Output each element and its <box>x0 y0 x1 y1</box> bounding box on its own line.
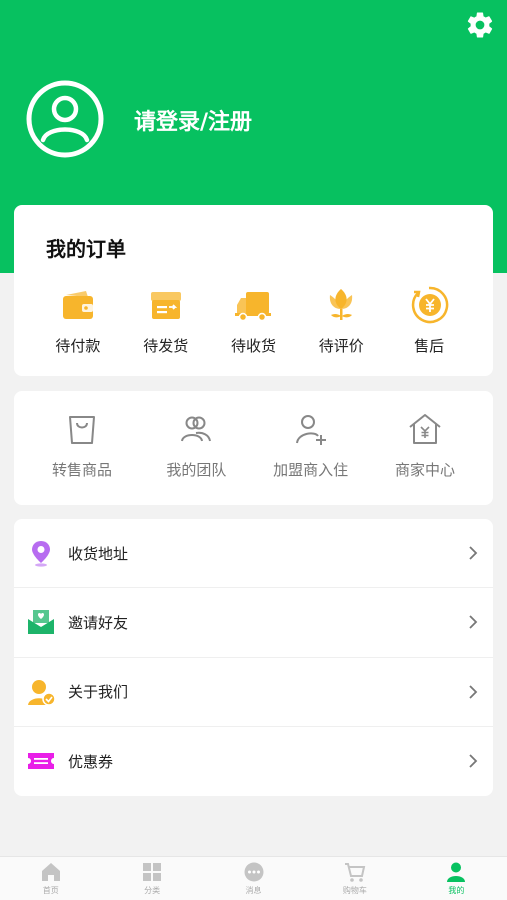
tab-category[interactable]: 分类 <box>101 857 202 900</box>
order-item-label: 待发货 <box>143 337 189 355</box>
user-avatar-icon[interactable] <box>26 80 104 158</box>
order-pending-receipt[interactable]: 待收货 <box>210 285 298 356</box>
tab-cart[interactable]: 购物车 <box>304 857 405 900</box>
tab-profile[interactable]: 我的 <box>406 857 507 900</box>
menu-item-invite-friends[interactable]: 邀请好友 <box>14 588 493 658</box>
order-item-label: 待评价 <box>318 337 364 355</box>
tab-messages[interactable]: 消息 <box>203 857 304 900</box>
gear-icon[interactable] <box>465 10 495 40</box>
services-row: 转售商品 我的团队 加盟商入住 商家中心 <box>30 411 477 480</box>
tab-home[interactable]: 首页 <box>0 857 101 900</box>
coupon-icon <box>28 753 54 770</box>
box-icon <box>150 292 181 319</box>
store-icon <box>409 414 441 444</box>
menu-item-label: 优惠券 <box>68 752 114 771</box>
home-icon <box>41 863 60 881</box>
menu-item-coupons[interactable]: 优惠券 <box>14 727 493 796</box>
order-pending-payment[interactable]: 待付款 <box>34 285 122 356</box>
service-item-label: 商家中心 <box>394 461 455 479</box>
orders-title: 我的订单 <box>46 237 126 261</box>
tab-label: 购物车 <box>342 886 367 895</box>
service-item-label: 加盟商入住 <box>273 461 349 479</box>
service-merchant-center[interactable]: 商家中心 <box>373 411 477 480</box>
menu-item-label: 收货地址 <box>68 544 129 563</box>
order-item-label: 待收货 <box>230 337 276 355</box>
order-item-label: 待付款 <box>55 337 101 355</box>
menu-item-about-us[interactable]: 关于我们 <box>14 658 493 727</box>
service-resale-goods[interactable]: 转售商品 <box>30 411 134 480</box>
wallet-icon <box>62 291 93 319</box>
about-user-icon <box>28 679 56 706</box>
chevron-right-icon <box>469 684 478 699</box>
team-icon <box>181 416 212 442</box>
menu-item-label: 关于我们 <box>68 683 129 702</box>
menu-item-shipping-address[interactable]: 收货地址 <box>14 519 493 589</box>
menu-list-card: 收货地址 邀请好友 关于我们 优惠券 <box>14 519 493 796</box>
menu-item-label: 邀请好友 <box>68 613 129 632</box>
order-pending-review[interactable]: 待评价 <box>297 285 385 356</box>
order-item-label: 售后 <box>414 337 445 355</box>
service-item-label: 我的团队 <box>166 461 227 479</box>
invite-envelope-icon <box>28 610 54 635</box>
tab-label: 我的 <box>448 886 465 895</box>
bottom-tab-bar: 首页 分类 消息 购物车 我的 <box>0 856 507 900</box>
flower-icon <box>330 289 353 320</box>
chevron-right-icon <box>469 546 478 560</box>
order-pending-shipment[interactable]: 待发货 <box>122 285 210 356</box>
location-pin-icon <box>32 541 50 567</box>
my-orders-card: 我的订单 待付款 待发货 待收货 待评价 售后 <box>14 205 493 376</box>
profile-icon <box>447 862 466 882</box>
yen-coin-icon <box>411 286 449 324</box>
service-my-team[interactable]: 我的团队 <box>144 411 248 480</box>
truck-icon <box>235 292 272 322</box>
user-add-icon <box>295 415 326 445</box>
orders-status-row: 待付款 待发货 待收货 待评价 售后 <box>34 285 473 356</box>
message-icon <box>244 862 264 882</box>
cart-icon <box>344 863 366 882</box>
category-grid-icon <box>143 863 162 881</box>
tab-label: 分类 <box>144 886 161 895</box>
service-item-label: 转售商品 <box>51 461 112 479</box>
chevron-right-icon <box>469 754 478 769</box>
tab-label: 首页 <box>42 886 59 895</box>
chevron-right-icon <box>469 615 478 630</box>
bag-icon <box>69 416 95 444</box>
login-register-link[interactable]: 请登录/注册 <box>134 104 252 136</box>
tab-label: 消息 <box>245 886 262 895</box>
services-card: 转售商品 我的团队 加盟商入住 商家中心 <box>14 391 493 505</box>
order-after-sales[interactable]: 售后 <box>385 285 473 356</box>
service-franchise-join[interactable]: 加盟商入住 <box>259 411 363 480</box>
